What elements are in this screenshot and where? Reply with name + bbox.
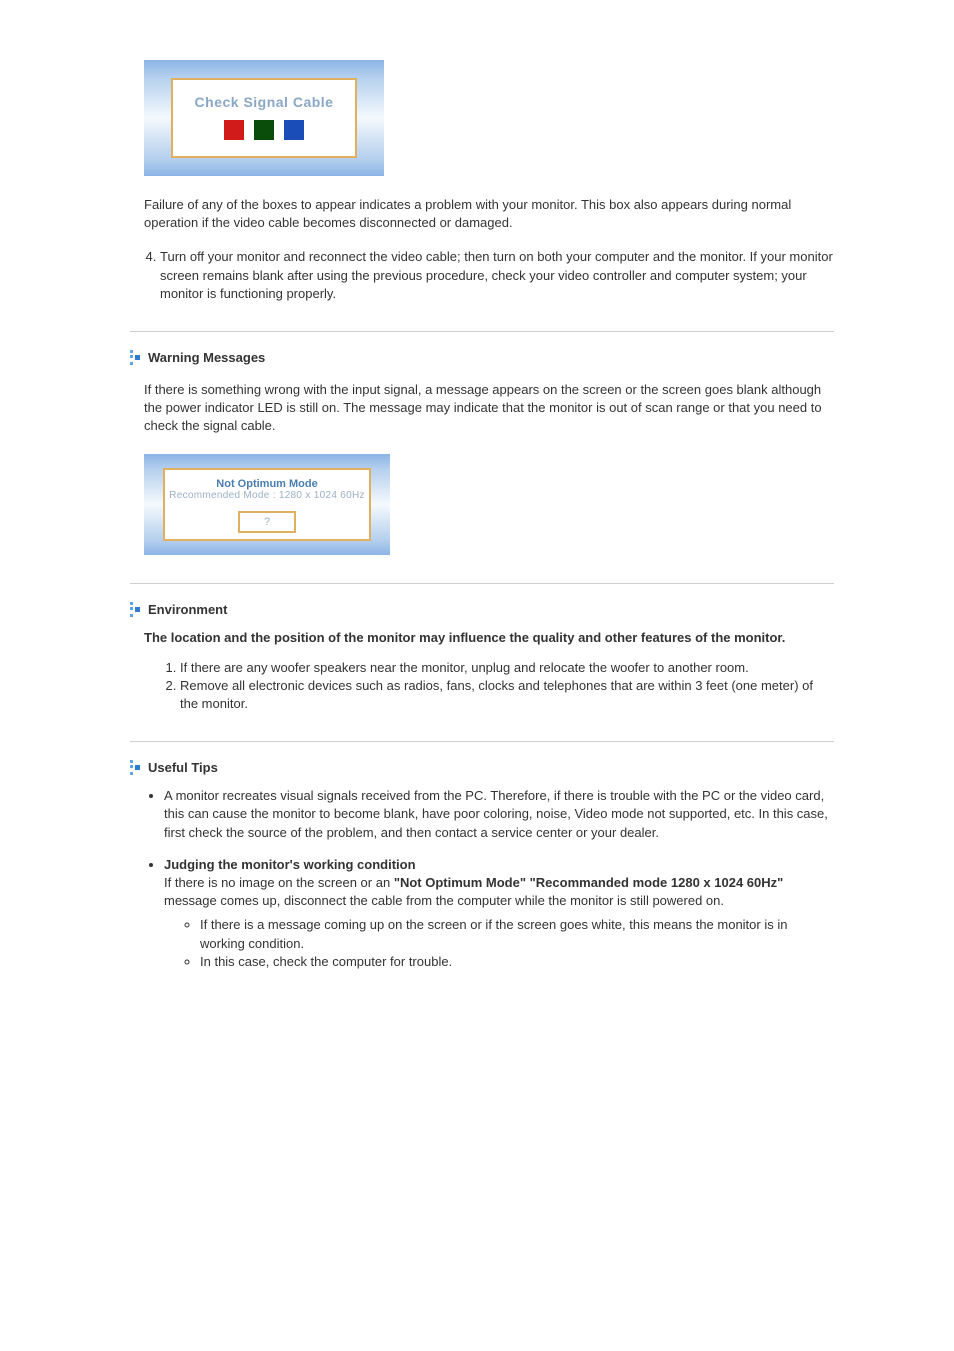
failure-paragraph: Failure of any of the boxes to appear in… [144, 196, 834, 232]
not-optimum-screenshot: Not Optimum Mode Recommended Mode : 1280… [144, 454, 390, 555]
tip-item-1: A monitor recreates visual signals recei… [164, 787, 834, 842]
tip-item-2: Judging the monitor's working condition … [164, 856, 834, 971]
tips-heading: Useful Tips [130, 760, 834, 775]
arrow-dots-icon [130, 350, 140, 365]
not-optimum-line2: Recommended Mode : 1280 x 1024 60Hz [167, 490, 367, 501]
warning-heading: Warning Messages [130, 350, 834, 365]
tip2-title: Judging the monitor's working condition [164, 857, 416, 872]
tips-list: A monitor recreates visual signals recei… [144, 787, 834, 971]
environment-heading: Environment [130, 602, 834, 617]
environment-heading-text: Environment [148, 602, 227, 617]
env-item-2: Remove all electronic devices such as ra… [180, 677, 834, 713]
green-square [254, 120, 274, 140]
tip2-post: message comes up, disconnect the cable f… [164, 893, 724, 908]
tip2-sub1: If there is a message coming up on the s… [200, 916, 834, 952]
check-signal-screenshot: Check Signal Cable [144, 60, 384, 176]
environment-list: If there are any woofer speakers near th… [160, 659, 834, 714]
warning-heading-text: Warning Messages [148, 350, 265, 365]
arrow-dots-icon [130, 760, 140, 775]
tips-heading-text: Useful Tips [148, 760, 218, 775]
divider-1 [130, 331, 834, 332]
tip2-quote: "Not Optimum Mode" "Recommanded mode 128… [394, 875, 783, 890]
env-item-1: If there are any woofer speakers near th… [180, 659, 834, 677]
red-square [224, 120, 244, 140]
arrow-dots-icon [130, 602, 140, 617]
step-4: Turn off your monitor and reconnect the … [160, 248, 834, 303]
tip2-pre: If there is no image on the screen or an [164, 875, 394, 890]
question-button: ? [238, 511, 296, 533]
blue-square [284, 120, 304, 140]
check-signal-inner: Check Signal Cable [171, 78, 357, 158]
not-optimum-line1: Not Optimum Mode [167, 478, 367, 490]
divider-3 [130, 741, 834, 742]
divider-2 [130, 583, 834, 584]
check-signal-text: Check Signal Cable [179, 94, 349, 110]
environment-intro: The location and the position of the mon… [144, 629, 834, 647]
warning-body: If there is something wrong with the inp… [144, 381, 834, 436]
rgb-squares [179, 120, 349, 140]
not-optimum-inner: Not Optimum Mode Recommended Mode : 1280… [163, 468, 371, 541]
tip2-sub2: In this case, check the computer for tro… [200, 953, 834, 971]
tip2-sublist: If there is a message coming up on the s… [182, 916, 834, 971]
procedure-list: Turn off your monitor and reconnect the … [130, 248, 834, 303]
